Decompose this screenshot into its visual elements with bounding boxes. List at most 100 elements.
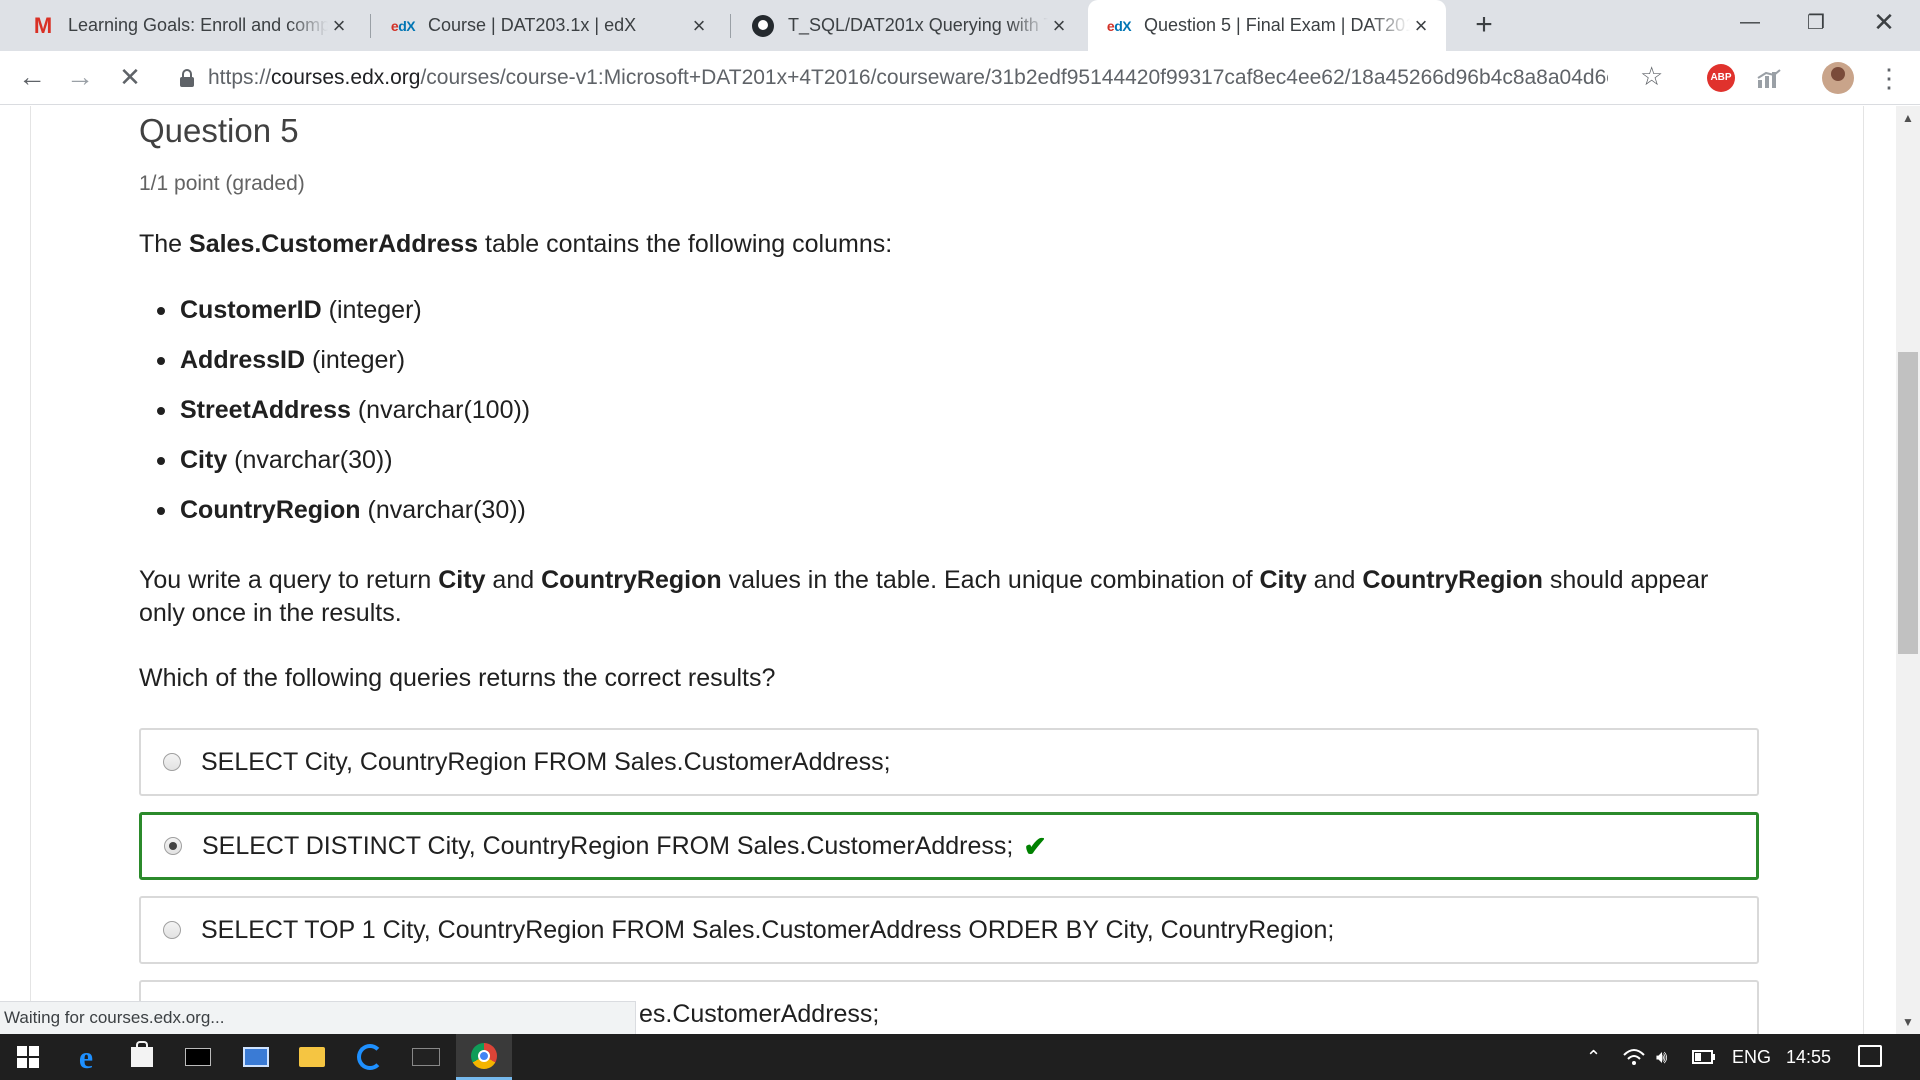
taskbar-remote-desktop[interactable]: [228, 1034, 284, 1080]
body-text: and: [485, 566, 542, 594]
edx-icon: edX: [1106, 17, 1132, 34]
minimize-button[interactable]: —: [1720, 0, 1780, 44]
column-name: StreetAddress: [180, 396, 351, 424]
taskbar-app[interactable]: [398, 1034, 454, 1080]
show-hidden-icons-icon[interactable]: ⌃: [1586, 1034, 1601, 1080]
battery-icon[interactable]: [1692, 1034, 1716, 1080]
close-window-button[interactable]: ✕: [1854, 0, 1914, 44]
url-text[interactable]: https://courses.edx.org/courses/course-v…: [208, 66, 1608, 90]
address-bar[interactable]: https://courses.edx.org/courses/course-v…: [168, 58, 1668, 98]
list-item: CountryRegion (nvarchar(30)): [156, 494, 530, 544]
body-bold: CountryRegion: [1362, 566, 1543, 594]
tab-gmail[interactable]: M Learning Goals: Enroll and compl ×: [12, 0, 364, 51]
wifi-icon[interactable]: [1622, 1034, 1646, 1080]
intro-text: table contains the following columns:: [478, 230, 893, 258]
choice-label: es.CustomerAddress;: [639, 999, 880, 1028]
close-tab-icon[interactable]: ×: [688, 14, 710, 37]
language-indicator[interactable]: ENG: [1732, 1034, 1771, 1080]
list-item: City (nvarchar(30)): [156, 444, 530, 494]
choice-label: SELECT City, CountryRegion FROM Sales.Cu…: [201, 747, 891, 776]
intro-text: The: [139, 230, 190, 258]
stop-loading-button[interactable]: ✕: [112, 60, 148, 96]
action-center-icon[interactable]: [1858, 1045, 1882, 1067]
url-scheme: https://: [208, 66, 272, 89]
taskbar-internet-explorer[interactable]: e: [58, 1034, 114, 1080]
lock-icon: [180, 69, 194, 87]
question-points: 1/1 point (graded): [139, 172, 305, 195]
question-prompt: Which of the following queries returns t…: [139, 664, 776, 692]
remote-desktop-icon: [243, 1047, 269, 1067]
body-text: and: [1306, 566, 1363, 594]
tab-question-5[interactable]: edX Question 5 | Final Exam | DAT201 ×: [1088, 0, 1446, 51]
edge-icon: [357, 1044, 383, 1070]
close-tab-icon[interactable]: ×: [328, 14, 350, 37]
tab-title: T_SQL/DAT201x Querying with Tr: [788, 15, 1048, 35]
body-text: values in the table. Each unique combina…: [721, 566, 1260, 594]
tab-course[interactable]: edX Course | DAT203.1x | edX ×: [372, 0, 724, 51]
close-tab-icon[interactable]: ×: [1048, 14, 1070, 37]
taskbar-store[interactable]: [114, 1034, 170, 1080]
back-button[interactable]: ←: [14, 60, 50, 96]
column-name: CountryRegion: [180, 496, 361, 524]
column-type: (nvarchar(100)): [350, 396, 531, 424]
page-viewport: Question 5 1/1 point (graded) The Sales.…: [0, 106, 1896, 1034]
taskbar-file-explorer[interactable]: [284, 1034, 340, 1080]
checkmark-icon: ✔: [1023, 830, 1047, 862]
taskbar-chrome[interactable]: [456, 1034, 512, 1080]
radio-button[interactable]: [163, 921, 181, 939]
tab-divider: [370, 14, 371, 38]
page-scrollbar[interactable]: ▲ ▼: [1896, 106, 1920, 1034]
radio-button-selected[interactable]: [164, 837, 182, 855]
clock[interactable]: 14:55: [1786, 1034, 1831, 1080]
question-intro: The Sales.CustomerAddress table contains…: [139, 230, 892, 259]
restore-button[interactable]: ❐: [1786, 0, 1846, 44]
column-type: (nvarchar(30)): [227, 446, 393, 474]
gmail-icon: M: [33, 12, 53, 38]
tab-divider: [730, 14, 731, 38]
column-list: CustomerID (integer) AddressID (integer)…: [156, 294, 531, 544]
column-name: City: [180, 446, 228, 474]
taskbar-edge[interactable]: [342, 1034, 398, 1080]
scroll-down-arrow-icon[interactable]: ▼: [1896, 1012, 1920, 1032]
scrollbar-thumb[interactable]: [1898, 352, 1918, 654]
tab-github[interactable]: T_SQL/DAT201x Querying with Tr ×: [732, 0, 1084, 51]
scroll-up-arrow-icon[interactable]: ▲: [1896, 108, 1920, 128]
url-path: /courses/course-v1:Microsoft+DAT201x+4T2…: [420, 66, 1608, 89]
command-prompt-icon: [185, 1048, 211, 1066]
tab-strip: M Learning Goals: Enroll and compl × edX…: [0, 0, 1920, 51]
extension-chart-icon[interactable]: [1756, 68, 1782, 90]
github-icon: [750, 14, 776, 37]
windows-taskbar: e ⌃ 🔊︎ ENG 14:55: [0, 1034, 1920, 1080]
profile-avatar[interactable]: [1822, 62, 1854, 94]
choice-label: SELECT DISTINCT City, CountryRegion FROM…: [202, 831, 1014, 860]
start-button[interactable]: [0, 1034, 56, 1080]
radio-button[interactable]: [163, 753, 181, 771]
list-item: AddressID (integer): [156, 344, 530, 394]
body-text: You write a query to return: [139, 566, 439, 594]
folder-icon: [299, 1047, 325, 1067]
close-tab-icon[interactable]: ×: [1410, 14, 1432, 37]
bookmark-star-icon[interactable]: ☆: [1640, 61, 1663, 92]
taskbar-command-prompt[interactable]: [170, 1034, 226, 1080]
answer-choice-3[interactable]: SELECT TOP 1 City, CountryRegion FROM Sa…: [139, 896, 1759, 964]
windows-logo-icon: [17, 1046, 39, 1068]
list-item: CustomerID (integer): [156, 294, 530, 344]
answer-choice-1[interactable]: SELECT City, CountryRegion FROM Sales.Cu…: [139, 728, 1759, 796]
tab-title: Course | DAT203.1x | edX: [428, 15, 637, 35]
body-bold: City: [1259, 566, 1307, 594]
adblock-plus-icon[interactable]: ABP: [1707, 64, 1735, 92]
tab-title: Learning Goals: Enroll and compl: [68, 15, 328, 35]
app-window-icon: [412, 1048, 440, 1066]
browser-toolbar: ← → ✕ https://courses.edx.org/courses/co…: [0, 51, 1920, 105]
volume-icon[interactable]: 🔊︎: [1656, 1034, 1667, 1080]
tab-title: Question 5 | Final Exam | DAT201: [1144, 15, 1410, 35]
column-type: (integer): [321, 296, 422, 324]
new-tab-button[interactable]: +: [1466, 8, 1502, 44]
menu-icon[interactable]: ⋮: [1876, 64, 1902, 92]
forward-button[interactable]: →: [62, 60, 98, 96]
question-title: Question 5: [139, 112, 299, 149]
column-name: CustomerID: [180, 296, 322, 324]
answer-choice-2[interactable]: SELECT DISTINCT City, CountryRegion FROM…: [139, 812, 1759, 880]
question-body: You write a query to return City and Cou…: [139, 564, 1759, 630]
table-name: Sales.CustomerAddress: [189, 230, 479, 258]
